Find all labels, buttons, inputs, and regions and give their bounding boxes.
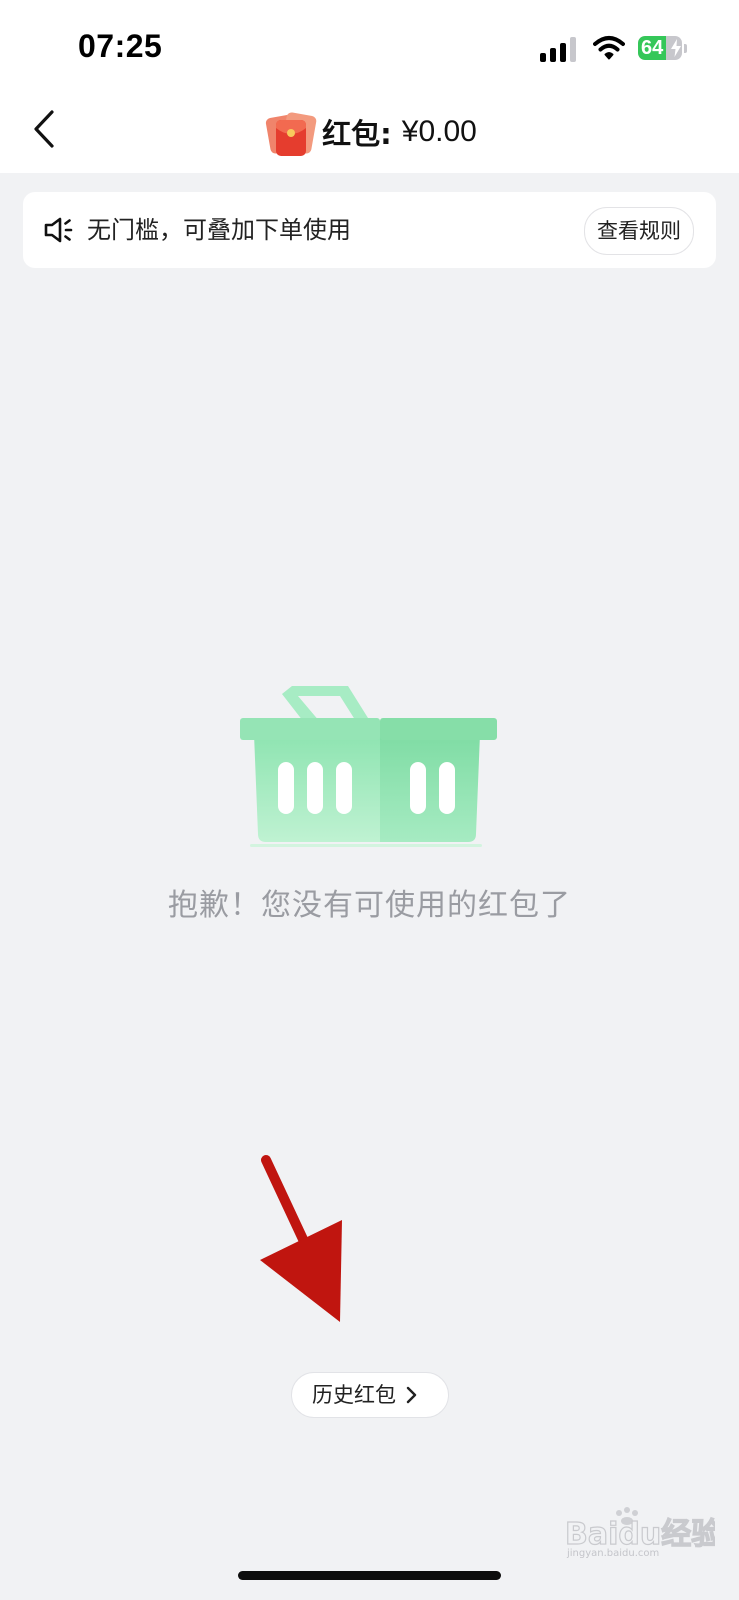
wifi-icon: [593, 36, 625, 60]
notice-text: 无门槛，可叠加下单使用: [87, 216, 351, 244]
view-rules-button[interactable]: 查看规则: [584, 207, 694, 255]
signal-icon: [540, 36, 580, 62]
red-packet-balance: ¥0.00: [401, 114, 477, 148]
history-label: 历史红包: [312, 1383, 396, 1407]
watermark-text: Baidu经验: [565, 1517, 715, 1552]
history-red-packet-button[interactable]: 历史红包: [291, 1372, 449, 1418]
empty-basket-icon: [240, 686, 497, 847]
nav-bar: 红包: ¥0.00: [0, 90, 739, 173]
red-arrow-annotation: [260, 1155, 342, 1322]
baidu-watermark: Baidu经验 jingyan.baidu.com: [565, 1507, 715, 1558]
battery-icon: 64: [638, 36, 687, 62]
status-bar: 07:25 64: [0, 0, 739, 90]
page-title: 红包: ¥0.00: [0, 90, 739, 173]
watermark-subtext: jingyan.baidu.com: [566, 1548, 659, 1558]
red-packet-icon: [266, 111, 317, 156]
charging-bolt-icon: [671, 39, 681, 57]
status-time: 07:25: [78, 28, 163, 64]
nav-title-label: 红包:: [322, 116, 392, 151]
home-indicator: [238, 1571, 501, 1580]
chevron-right-icon: [406, 1386, 417, 1404]
notice-card: 无门槛，可叠加下单使用 查看规则: [23, 192, 716, 268]
empty-state-message: 抱歉！您没有可使用的红包了: [168, 888, 571, 923]
speaker-icon: [44, 217, 73, 243]
